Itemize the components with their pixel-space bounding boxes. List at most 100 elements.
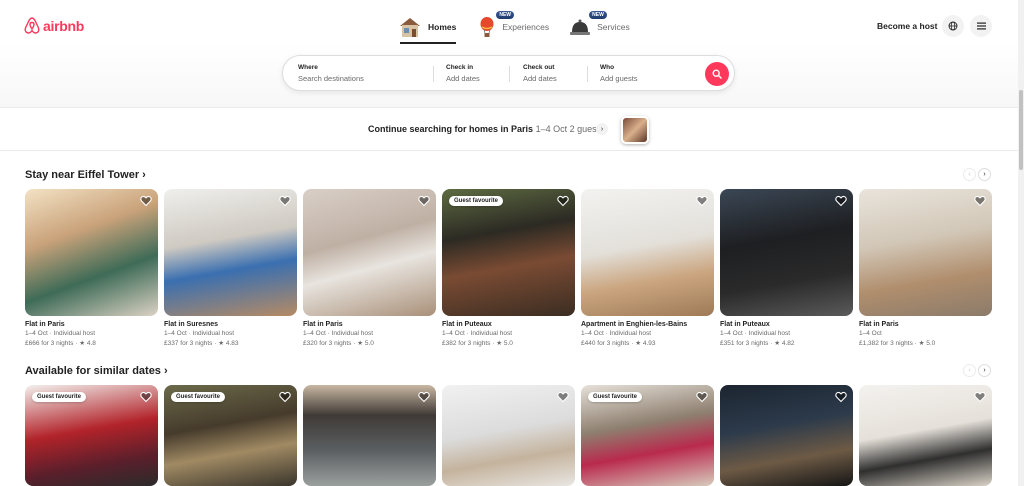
next-arrow-button[interactable]: › — [978, 364, 991, 377]
heart-icon[interactable] — [696, 195, 708, 207]
listing-card[interactable] — [720, 385, 853, 486]
section-title-text: Available for similar dates — [25, 365, 161, 377]
tab-homes[interactable]: Homes — [398, 12, 457, 44]
continue-text: Continue searching for homes in Paris — [368, 124, 534, 134]
listing-card[interactable]: Flat in Puteaux 1–4 Oct · Individual host… — [720, 189, 853, 347]
heart-icon[interactable] — [557, 391, 569, 403]
airbnb-logo-icon — [24, 17, 40, 34]
tab-experiences[interactable]: NEW Experiences — [478, 11, 550, 42]
listing-price: £382 for 3 nights · ★ 5.0 — [442, 340, 513, 347]
listing-photo[interactable] — [859, 189, 992, 316]
listing-card[interactable]: Guest favourite Flat in Puteaux 1–4 Oct · … — [442, 189, 575, 347]
listing-subtitle: 1–4 Oct · Individual host — [303, 330, 374, 337]
who-label: Who — [600, 64, 615, 71]
continue-searching-link[interactable]: Continue searching for homes in Paris 1–… — [368, 124, 604, 134]
heart-icon[interactable] — [557, 195, 569, 207]
section-title-eiffel[interactable]: Stay near Eiffel Tower › — [25, 169, 146, 181]
continue-dates: 1–4 Oct — [535, 124, 568, 134]
checkout-field[interactable]: Check out Add dates — [523, 64, 557, 83]
listing-subtitle: 1–4 Oct — [859, 330, 882, 337]
balloon-icon — [480, 17, 494, 37]
who-field[interactable]: Who Add guests — [600, 64, 638, 83]
scrollbar-thumb[interactable] — [1019, 90, 1023, 170]
heart-icon[interactable] — [835, 391, 847, 403]
listing-photo[interactable]: Guest favourite — [442, 189, 575, 316]
listing-title: Flat in Puteaux — [720, 321, 770, 328]
menu-button[interactable] — [970, 15, 992, 37]
heart-icon[interactable] — [279, 391, 291, 403]
listing-subtitle: 1–4 Oct · Individual host — [720, 330, 791, 337]
chevron-right-icon[interactable]: › — [596, 123, 608, 135]
prev-arrow-button[interactable]: ‹ — [963, 364, 976, 377]
listing-title: Flat in Paris — [25, 321, 65, 328]
listing-price: £351 for 3 nights · ★ 4.82 — [720, 340, 795, 347]
continue-thumbnail[interactable] — [621, 116, 649, 144]
listing-price: £666 for 3 nights · ★ 4.8 — [25, 340, 96, 347]
listing-card[interactable]: Guest favourite — [581, 385, 714, 486]
prev-arrow-button[interactable]: ‹ — [963, 168, 976, 181]
heart-icon[interactable] — [696, 391, 708, 403]
listing-photo[interactable]: Guest favourite — [25, 385, 158, 486]
heart-icon[interactable] — [974, 391, 986, 403]
listing-card[interactable] — [442, 385, 575, 486]
where-input[interactable]: Search destinations — [298, 74, 364, 83]
listing-title: Flat in Paris — [303, 321, 343, 328]
checkin-field[interactable]: Check in Add dates — [446, 64, 480, 83]
heart-icon[interactable] — [140, 195, 152, 207]
globe-icon — [948, 21, 958, 31]
new-badge: NEW — [589, 11, 607, 19]
where-field[interactable]: Where Search destinations — [298, 64, 364, 83]
checkout-input[interactable]: Add dates — [523, 74, 557, 83]
page-scrollbar[interactable] — [1018, 0, 1024, 486]
heart-icon[interactable] — [974, 195, 986, 207]
tab-services[interactable]: NEW Services — [569, 11, 630, 42]
tab-experiences-label: Experiences — [502, 22, 550, 32]
checkin-input[interactable]: Add dates — [446, 74, 480, 83]
listing-subtitle: 1–4 Oct · Individual host — [581, 330, 652, 337]
listing-photo[interactable] — [720, 189, 853, 316]
listing-card[interactable]: Apartment in Enghien-les-Bains 1–4 Oct · … — [581, 189, 714, 347]
section-title-similar[interactable]: Available for similar dates › — [25, 365, 168, 377]
listing-photo[interactable] — [164, 189, 297, 316]
guest-favourite-badge: Guest favourite — [32, 392, 87, 402]
listing-card[interactable] — [303, 385, 436, 486]
brand-name: airbnb — [43, 17, 84, 34]
listing-card[interactable]: Flat in Paris 1–4 Oct · Individual host £6… — [25, 189, 158, 347]
listing-photo[interactable] — [581, 189, 714, 316]
continue-searching-bar: Continue searching for homes in Paris 1–… — [0, 109, 1018, 151]
search-button[interactable] — [705, 62, 729, 86]
listing-card[interactable]: Guest favourite — [164, 385, 297, 486]
listing-title: Flat in Paris — [859, 321, 899, 328]
heart-icon[interactable] — [418, 195, 430, 207]
next-arrow-button[interactable]: › — [978, 168, 991, 181]
listing-card[interactable] — [859, 385, 992, 486]
who-input[interactable]: Add guests — [600, 74, 638, 83]
listing-price: £320 for 3 nights · ★ 5.0 — [303, 340, 374, 347]
listing-card[interactable]: Flat in Suresnes 1–4 Oct · Individual hos… — [164, 189, 297, 347]
listing-photo[interactable] — [859, 385, 992, 486]
listing-subtitle: 1–4 Oct · Individual host — [25, 330, 96, 337]
heart-icon[interactable] — [835, 195, 847, 207]
listing-subtitle: 1–4 Oct · Individual host — [442, 330, 513, 337]
become-host-link[interactable]: Become a host — [877, 21, 937, 31]
listing-photo[interactable] — [720, 385, 853, 486]
listing-photo[interactable] — [442, 385, 575, 486]
listing-title: Flat in Suresnes — [164, 321, 219, 328]
nav-tabs: Homes NEW Experiences NEW Services — [398, 11, 630, 44]
listing-card[interactable]: Flat in Paris 1–4 Oct · Individual host £3… — [303, 189, 436, 347]
listing-photo[interactable] — [303, 189, 436, 316]
language-button[interactable] — [942, 15, 964, 37]
listing-card[interactable]: Flat in Paris 1–4 Oct £1,382 for 3 nights … — [859, 189, 992, 347]
listing-photo[interactable]: Guest favourite — [581, 385, 714, 486]
chevron-right-icon: › — [164, 365, 168, 377]
listing-photo[interactable] — [25, 189, 158, 316]
guest-favourite-badge: Guest favourite — [588, 392, 643, 402]
airbnb-logo[interactable]: airbnb — [24, 17, 84, 34]
listing-photo[interactable] — [303, 385, 436, 486]
tab-services-label: Services — [597, 22, 630, 32]
heart-icon[interactable] — [140, 391, 152, 403]
heart-icon[interactable] — [418, 391, 430, 403]
listing-card[interactable]: Guest favourite — [25, 385, 158, 486]
listing-photo[interactable]: Guest favourite — [164, 385, 297, 486]
heart-icon[interactable] — [279, 195, 291, 207]
